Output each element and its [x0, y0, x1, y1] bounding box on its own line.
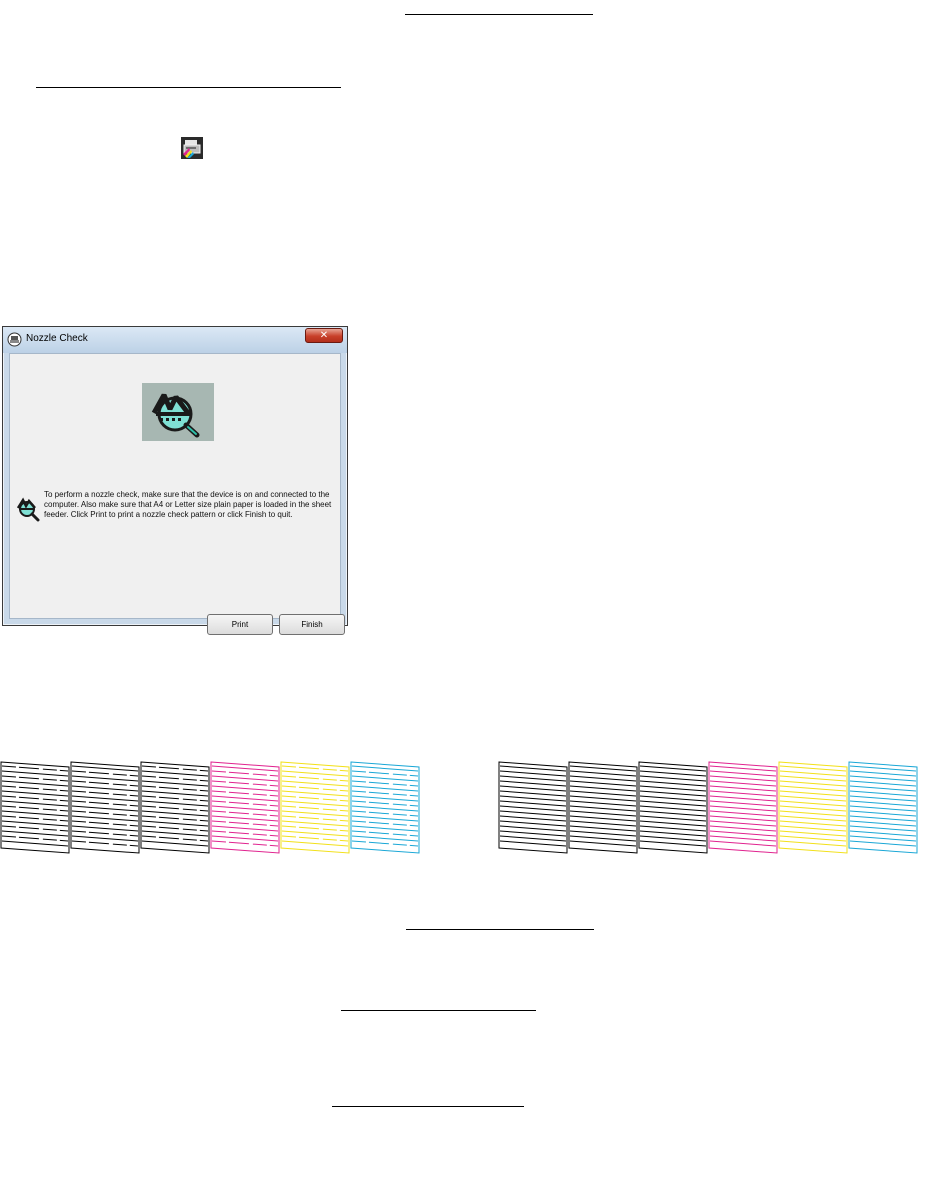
nozzle-check-icon — [142, 383, 214, 441]
link-underline — [405, 14, 593, 15]
nozzle-block — [280, 761, 350, 854]
link-underline — [406, 929, 594, 930]
nozzle-block — [498, 761, 568, 854]
dialog-title: Nozzle Check — [26, 333, 88, 344]
nozzle-block — [350, 761, 420, 854]
nozzle-block — [70, 761, 140, 854]
nozzle-pattern-complete — [498, 761, 918, 854]
dialog-title-bar[interactable]: Nozzle Check ✕ — [3, 327, 347, 353]
link-underline — [36, 87, 341, 88]
nozzle-block — [140, 761, 210, 854]
close-icon: ✕ — [319, 329, 329, 341]
link-underline — [332, 1106, 524, 1107]
close-button[interactable]: ✕ — [305, 328, 343, 343]
nozzle-check-small-icon — [15, 496, 41, 522]
dialog-content: To perform a nozzle check, make sure tha… — [9, 353, 345, 635]
nozzle-block — [778, 761, 848, 854]
nozzle-block — [568, 761, 638, 854]
print-button[interactable]: Print — [207, 614, 273, 635]
nozzle-block — [638, 761, 708, 854]
printer-title-icon — [7, 332, 22, 347]
nozzle-block — [848, 761, 918, 854]
nozzle-block — [708, 761, 778, 854]
nozzle-check-dialog: Nozzle Check ✕ To perform a nozzle check… — [2, 326, 348, 635]
dialog-message: To perform a nozzle check, make sure tha… — [44, 490, 332, 519]
nozzle-block — [0, 761, 70, 854]
link-underline — [341, 1010, 536, 1011]
printer-tray-icon[interactable] — [181, 137, 203, 159]
nozzle-pattern-with-gaps — [0, 761, 420, 854]
finish-button[interactable]: Finish — [279, 614, 345, 635]
nozzle-block — [210, 761, 280, 854]
